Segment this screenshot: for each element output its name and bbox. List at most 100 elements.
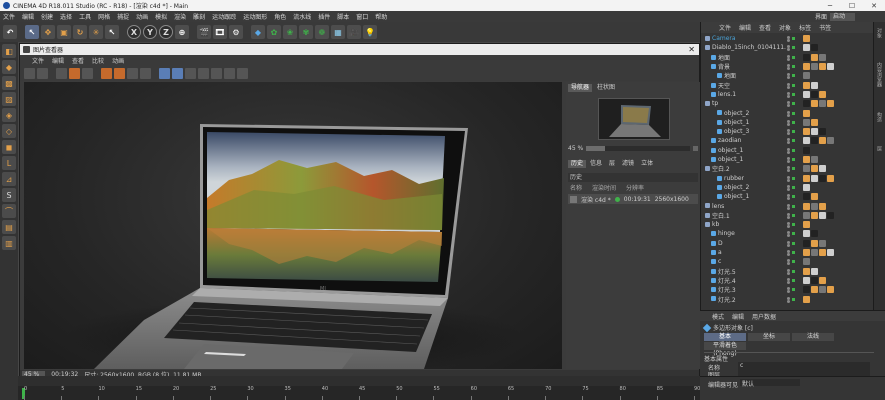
axis-mode-icon[interactable]: L: [2, 156, 16, 170]
fit-view-icon[interactable]: [159, 67, 170, 79]
material-tag-icon[interactable]: [819, 100, 826, 108]
material-tag-icon[interactable]: [811, 128, 818, 136]
tab-stereo[interactable]: 立体: [638, 160, 656, 168]
region-render-icon[interactable]: [69, 67, 80, 79]
material-tag-icon[interactable]: [819, 276, 826, 284]
object-row[interactable]: 空白.2: [701, 164, 874, 173]
y-axis-icon[interactable]: Y: [143, 25, 157, 39]
material-tag-icon[interactable]: [819, 90, 826, 98]
material-tag-icon[interactable]: [811, 276, 818, 284]
menu-mograph[interactable]: 运动图形: [243, 12, 267, 21]
menu-render[interactable]: 渲染: [174, 12, 186, 21]
menu-select[interactable]: 选择: [60, 12, 72, 21]
undo-icon[interactable]: ↶: [3, 25, 17, 39]
move-icon[interactable]: ✥: [41, 25, 55, 39]
tab-basic[interactable]: 基本: [704, 333, 746, 341]
object-row[interactable]: c: [701, 257, 874, 266]
visibility-dots-icon[interactable]: [787, 222, 795, 229]
tab-phong[interactable]: 平滑着色(Phong): [704, 342, 746, 357]
timeline-ruler[interactable]: 0 5 10 15 20 25 30 35 40 45 50 55 60 65 70 75 80 85 90: [18, 386, 700, 400]
menu-plugins[interactable]: 插件: [318, 12, 330, 21]
layout-dropdown[interactable]: 启动: [829, 12, 855, 21]
menu-tools[interactable]: 工具: [79, 12, 91, 21]
pv-menu-view[interactable]: 查看: [72, 56, 84, 65]
workplane-icon[interactable]: ▨: [2, 92, 16, 106]
stop-render-icon[interactable]: [82, 67, 93, 79]
visibility-dots-icon[interactable]: [787, 101, 795, 108]
picture-viewer-close-icon[interactable]: ✕: [688, 44, 695, 55]
tab-layers[interactable]: 层: [606, 160, 618, 168]
material-tag-icon[interactable]: [827, 286, 834, 294]
material-tag-icon[interactable]: [819, 211, 826, 219]
tab-coord[interactable]: 坐标: [748, 333, 790, 341]
object-row[interactable]: 灯光.2: [701, 294, 874, 304]
visibility-dots-icon[interactable]: [787, 231, 795, 238]
material-tag-icon[interactable]: [819, 63, 826, 71]
visibility-dots-icon[interactable]: [787, 73, 795, 80]
zoom-slider[interactable]: [586, 146, 690, 151]
object-row[interactable]: lens: [701, 201, 874, 210]
object-row[interactable]: object_1: [701, 155, 874, 164]
object-row[interactable]: object_2: [701, 108, 874, 117]
object-row[interactable]: D: [701, 239, 874, 248]
close-button[interactable]: ✕: [863, 0, 885, 11]
field-visible-dropdown[interactable]: 默认: [740, 379, 800, 388]
material-tag-icon[interactable]: [827, 249, 834, 257]
pv-menu-compare[interactable]: 比较: [92, 56, 104, 65]
material-tag-icon[interactable]: [803, 174, 810, 182]
om-menu-edit[interactable]: 编辑: [739, 23, 751, 32]
live-select-icon[interactable]: ↖: [105, 25, 119, 39]
material-tag-icon[interactable]: [811, 211, 818, 219]
menu-help[interactable]: 帮助: [375, 12, 387, 21]
object-row[interactable]: hinge: [701, 229, 874, 238]
material-tag-icon[interactable]: [811, 249, 818, 257]
material-tag-icon[interactable]: [803, 53, 810, 61]
tab-histogram[interactable]: 柱状图: [594, 84, 618, 92]
material-tag-icon[interactable]: [803, 109, 810, 117]
object-row[interactable]: Diablo_15inch_0104111.obj: [701, 43, 874, 52]
tab-normals[interactable]: 法线: [792, 333, 834, 341]
scale-icon[interactable]: ▣: [57, 25, 71, 39]
object-row[interactable]: 地面: [701, 53, 874, 62]
points-mode-icon[interactable]: ◈: [2, 108, 16, 122]
object-row[interactable]: 灯光.3: [701, 285, 874, 294]
render-view-icon[interactable]: 🎬: [197, 25, 211, 39]
light-icon[interactable]: 💡: [363, 25, 377, 39]
menu-file[interactable]: 文件: [3, 12, 15, 21]
visibility-dots-icon[interactable]: [787, 203, 795, 210]
tweak-mode-icon[interactable]: ⊿: [2, 172, 16, 186]
material-tag-icon[interactable]: [811, 202, 818, 210]
menu-mesh[interactable]: 网格: [98, 12, 110, 21]
open-file-icon[interactable]: [24, 67, 35, 79]
effector-icon[interactable]: ❁: [315, 25, 329, 39]
menu-motion-tracking[interactable]: 运动跟踪: [212, 12, 236, 21]
material-tag-icon[interactable]: [803, 239, 810, 247]
om-menu-objects[interactable]: 对象: [779, 23, 791, 32]
visibility-dots-icon[interactable]: [787, 110, 795, 117]
field-layer-input[interactable]: [738, 369, 870, 376]
camera-icon[interactable]: 🎥: [347, 25, 361, 39]
side-tab-structure[interactable]: 构造: [876, 112, 883, 122]
material-tag-icon[interactable]: [811, 193, 818, 201]
visibility-dots-icon[interactable]: [787, 157, 795, 164]
visibility-dots-icon[interactable]: [787, 119, 795, 126]
coordinate-system-icon[interactable]: ⊕: [175, 25, 189, 39]
material-tag-icon[interactable]: [803, 118, 810, 126]
menu-pipeline[interactable]: 流水线: [293, 12, 311, 21]
x-axis-icon[interactable]: X: [127, 25, 141, 39]
recent-tool-icon[interactable]: ✳: [89, 25, 103, 39]
material-tag-icon[interactable]: [819, 128, 826, 136]
material-tag-icon[interactable]: [819, 53, 826, 61]
material-tag-icon[interactable]: [811, 165, 818, 173]
om-menu-bookmarks[interactable]: 书签: [819, 23, 831, 32]
model-mode-icon[interactable]: ◆: [2, 60, 16, 74]
subdivision-icon[interactable]: ✿: [267, 25, 281, 39]
magnet-icon[interactable]: ⌒: [2, 204, 16, 218]
field-name-input[interactable]: c: [738, 362, 870, 369]
polygons-mode-icon[interactable]: ◼: [2, 140, 16, 154]
object-row[interactable]: 背景: [701, 62, 874, 71]
display-lut-icon[interactable]: [237, 67, 248, 79]
history-row[interactable]: 渲染 c4d * 00:19:31 2560x1600: [568, 194, 698, 204]
material-tag-icon[interactable]: [803, 35, 810, 43]
material-tag-icon[interactable]: [811, 53, 818, 61]
